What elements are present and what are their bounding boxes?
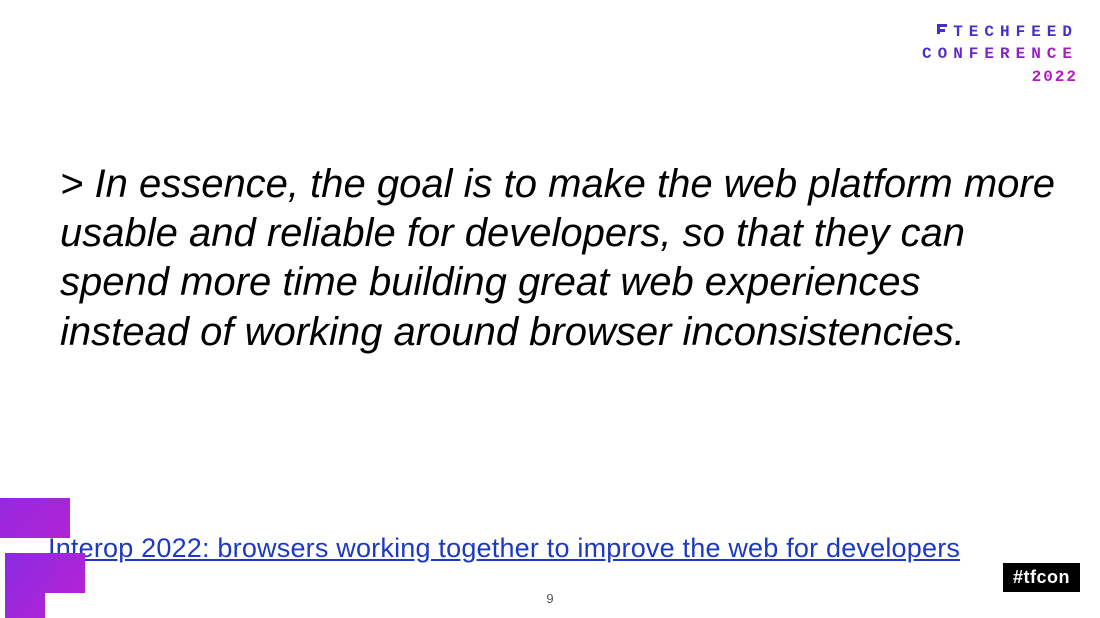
main-quote: > In essence, the goal is to make the we… — [60, 160, 1060, 357]
hashtag-badge: #tfcon — [1003, 563, 1080, 592]
logo-year: 2022 — [922, 67, 1078, 89]
logo-text-2: CONFERENCE — [922, 44, 1078, 66]
logo-mark-icon — [935, 22, 949, 44]
conference-logo: TECHFEED CONFERENCE 2022 — [922, 22, 1078, 89]
slide: TECHFEED CONFERENCE 2022 > In essence, t… — [0, 0, 1100, 618]
decorative-arrow-icon — [0, 438, 170, 618]
logo-text-1: TECHFEED — [953, 23, 1078, 41]
page-number: 9 — [546, 591, 553, 606]
logo-line-1: TECHFEED — [922, 22, 1078, 44]
logo-line-2: CONFERENCE — [922, 44, 1078, 66]
source-link[interactable]: Interop 2022: browsers working together … — [48, 533, 960, 564]
